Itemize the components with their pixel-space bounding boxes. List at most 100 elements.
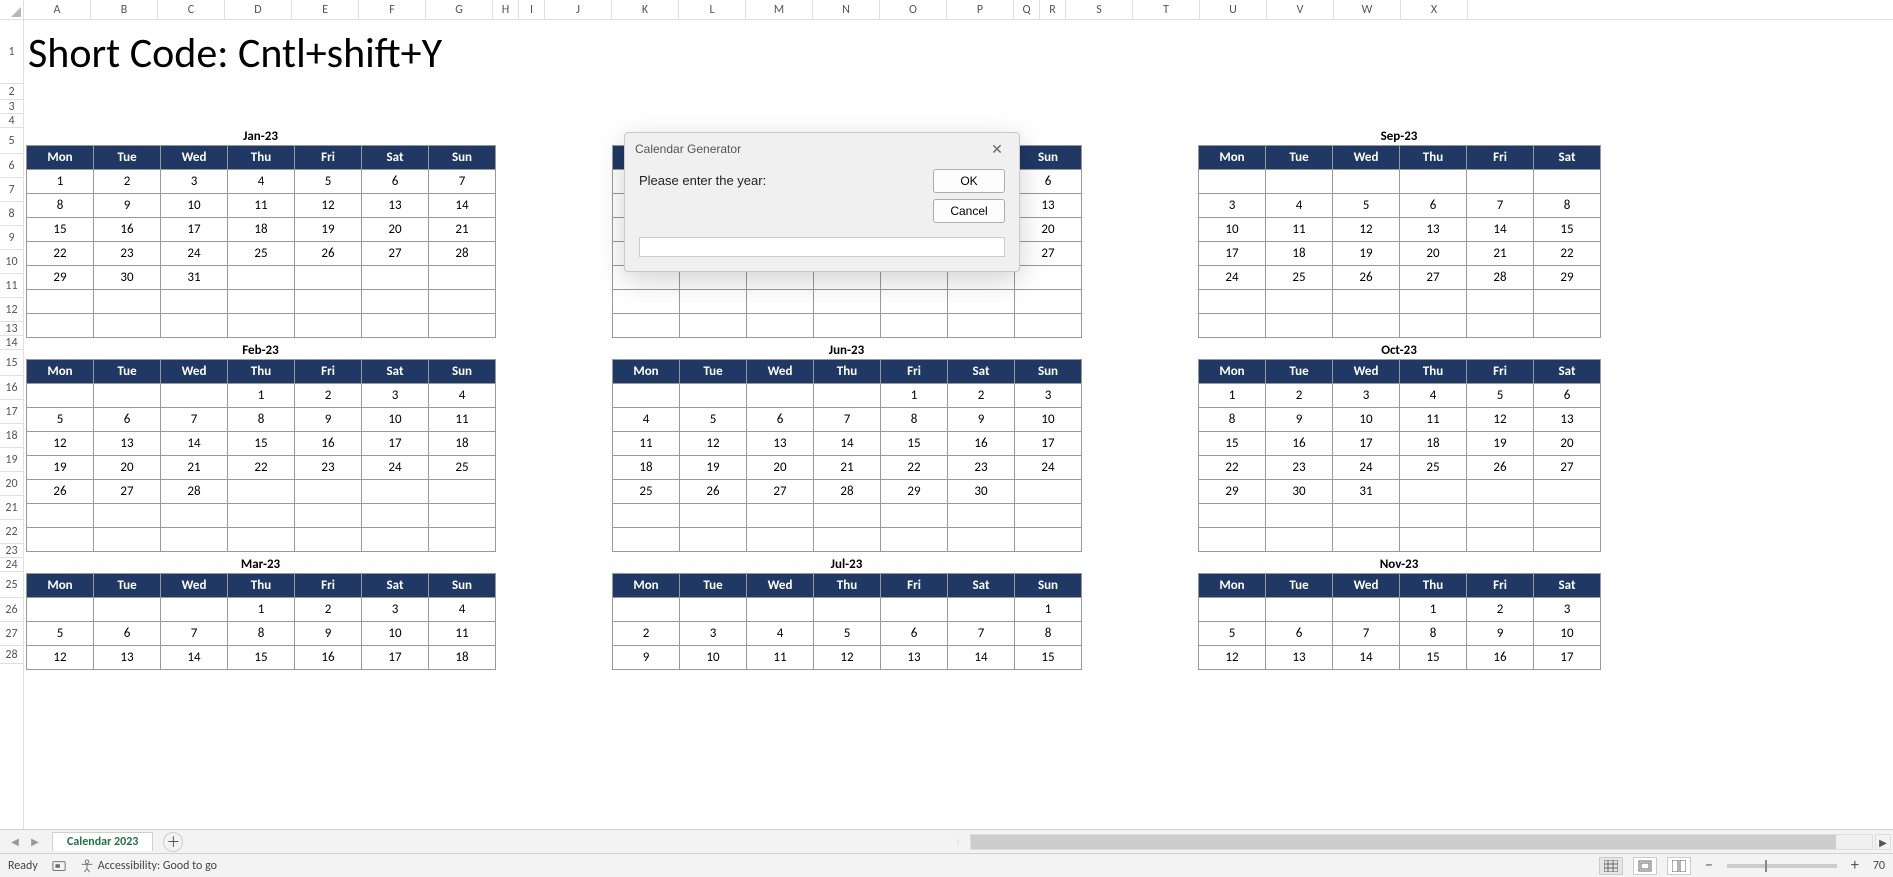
calendar-cell[interactable]: 12 [27, 432, 94, 456]
calendar-cell[interactable] [613, 384, 680, 408]
row-header[interactable]: 7 [0, 178, 23, 202]
calendar-cell[interactable] [429, 314, 496, 338]
calendar-cell[interactable]: 6 [1015, 170, 1082, 194]
calendar-cell[interactable]: 9 [613, 646, 680, 670]
calendar-cell[interactable]: 29 [27, 266, 94, 290]
calendar-cell[interactable]: 17 [1199, 242, 1266, 266]
calendar-cell[interactable] [747, 384, 814, 408]
row-header[interactable]: 3 [0, 100, 23, 114]
row-header[interactable]: 25 [0, 572, 23, 598]
calendar-cell[interactable]: 28 [161, 480, 228, 504]
calendar-cell[interactable] [295, 314, 362, 338]
calendar-cell[interactable]: 1 [228, 384, 295, 408]
calendar-cell[interactable] [1534, 170, 1601, 194]
calendar-cell[interactable]: 18 [429, 646, 496, 670]
calendar-cell[interactable]: 4 [429, 384, 496, 408]
calendar-cell[interactable]: 5 [1467, 384, 1534, 408]
calendar-cell[interactable]: 19 [1333, 242, 1400, 266]
calendar-cell[interactable]: 28 [1467, 266, 1534, 290]
calendar-cell[interactable] [1534, 290, 1601, 314]
calendar-cell[interactable] [948, 528, 1015, 552]
calendar-cell[interactable]: 15 [1015, 646, 1082, 670]
calendar-cell[interactable]: 1 [1199, 384, 1266, 408]
row-header[interactable]: 28 [0, 646, 23, 664]
calendar-cell[interactable] [27, 598, 94, 622]
calendar-cell[interactable] [881, 598, 948, 622]
row-header[interactable]: 20 [0, 472, 23, 496]
calendar-cell[interactable]: 4 [613, 408, 680, 432]
calendar-cell[interactable]: 9 [295, 622, 362, 646]
calendar-cell[interactable] [362, 266, 429, 290]
calendar-cell[interactable] [747, 314, 814, 338]
calendar-cell[interactable] [1199, 290, 1266, 314]
calendar-cell[interactable]: 22 [1199, 456, 1266, 480]
calendar-cell[interactable]: 19 [295, 218, 362, 242]
calendar-cell[interactable]: 28 [814, 480, 881, 504]
calendar-cell[interactable]: 12 [1199, 646, 1266, 670]
sheet-tab-active[interactable]: Calendar 2023 [52, 832, 153, 851]
calendar-cell[interactable]: 20 [362, 218, 429, 242]
calendar-cell[interactable]: 18 [228, 218, 295, 242]
calendar-cell[interactable] [295, 290, 362, 314]
calendar-cell[interactable] [1266, 290, 1333, 314]
calendar-cell[interactable]: 6 [94, 622, 161, 646]
calendar-cell[interactable] [362, 290, 429, 314]
row-header[interactable]: 11 [0, 274, 23, 298]
calendar-cell[interactable]: 14 [948, 646, 1015, 670]
calendar-cell[interactable]: 8 [881, 408, 948, 432]
calendar-cell[interactable] [295, 266, 362, 290]
calendar-cell[interactable]: 3 [1333, 384, 1400, 408]
calendar-cell[interactable]: 13 [94, 646, 161, 670]
calendar-cell[interactable]: 30 [948, 480, 1015, 504]
calendar-cell[interactable]: 19 [27, 456, 94, 480]
calendar-cell[interactable]: 27 [1015, 242, 1082, 266]
calendar-cell[interactable]: 2 [295, 598, 362, 622]
calendar-cell[interactable]: 10 [1199, 218, 1266, 242]
calendar-cell[interactable]: 5 [27, 622, 94, 646]
calendar-cell[interactable]: 6 [881, 622, 948, 646]
calendar-cell[interactable]: 8 [228, 408, 295, 432]
calendar-cell[interactable]: 2 [948, 384, 1015, 408]
calendar-cell[interactable]: 11 [429, 622, 496, 646]
row-header[interactable]: 18 [0, 424, 23, 448]
tab-nav-prev-icon[interactable]: ◀ [6, 835, 24, 848]
calendar-cell[interactable] [1400, 528, 1467, 552]
calendar-cell[interactable]: 17 [1333, 432, 1400, 456]
column-header[interactable]: A [24, 0, 91, 19]
calendar-cell[interactable]: 9 [94, 194, 161, 218]
calendar-cell[interactable]: 16 [1467, 646, 1534, 670]
calendar-cell[interactable] [429, 528, 496, 552]
calendar-cell[interactable]: 23 [295, 456, 362, 480]
calendar-cell[interactable] [1333, 170, 1400, 194]
calendar-cell[interactable] [680, 314, 747, 338]
calendar-cell[interactable]: 4 [228, 170, 295, 194]
calendar-cell[interactable]: 24 [1015, 456, 1082, 480]
calendar-cell[interactable] [1400, 170, 1467, 194]
calendar-cell[interactable]: 20 [1534, 432, 1601, 456]
row-header[interactable]: 16 [0, 376, 23, 400]
calendar-cell[interactable]: 8 [1534, 194, 1601, 218]
calendar-cell[interactable]: 20 [747, 456, 814, 480]
calendar-cell[interactable]: 11 [613, 432, 680, 456]
calendar-cell[interactable] [881, 290, 948, 314]
calendar-cell[interactable]: 3 [362, 598, 429, 622]
calendar-cell[interactable]: 6 [1400, 194, 1467, 218]
calendar-cell[interactable]: 18 [429, 432, 496, 456]
row-header[interactable]: 14 [0, 336, 23, 350]
calendar-cell[interactable]: 22 [881, 456, 948, 480]
calendar-cell[interactable]: 20 [1400, 242, 1467, 266]
calendar-cell[interactable]: 1 [881, 384, 948, 408]
calendar-cell[interactable]: 11 [1400, 408, 1467, 432]
calendar-cell[interactable] [429, 290, 496, 314]
page-layout-view-icon[interactable] [1633, 857, 1657, 875]
horizontal-scrollbar[interactable] [970, 834, 1873, 850]
calendar-cell[interactable]: 7 [429, 170, 496, 194]
calendar-cell[interactable]: 16 [1266, 432, 1333, 456]
calendar-cell[interactable] [1534, 528, 1601, 552]
calendar-cell[interactable]: 31 [161, 266, 228, 290]
column-header[interactable]: O [880, 0, 947, 19]
calendar-cell[interactable]: 5 [680, 408, 747, 432]
calendar-cell[interactable] [94, 598, 161, 622]
calendar-cell[interactable]: 12 [814, 646, 881, 670]
calendar-cell[interactable] [613, 314, 680, 338]
